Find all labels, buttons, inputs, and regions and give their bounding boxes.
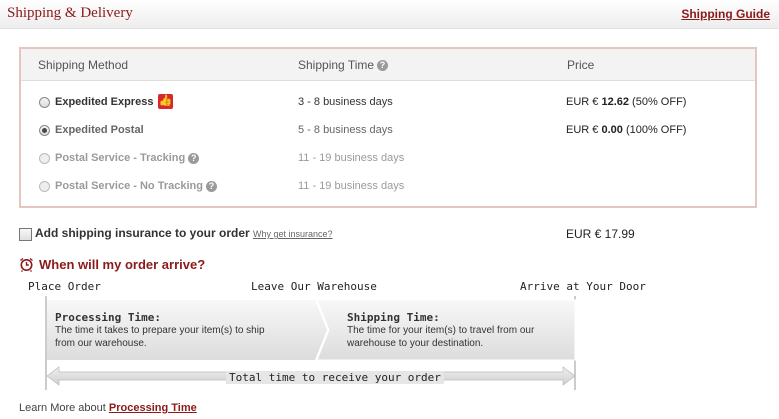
price-prefix: EUR €	[566, 124, 602, 136]
processing-time-link[interactable]: Processing Time	[109, 402, 197, 414]
arrival-title: When will my order arrive?	[39, 257, 206, 272]
learn-more-prefix: Learn More about	[19, 402, 109, 414]
processing-time-text-1: The time it takes to prepare your item(s…	[55, 325, 265, 336]
radio-expedited-express[interactable]	[39, 97, 50, 108]
help-icon[interactable]: ?	[205, 180, 217, 192]
column-header-price: Price	[567, 58, 595, 72]
processing-time-text-2: from our warehouse.	[55, 338, 147, 349]
method-label: Postal Service - Tracking	[55, 152, 186, 164]
method-name-expedited-postal[interactable]: Expedited Postal	[55, 124, 144, 136]
thumbs-up-icon: 👍	[158, 94, 173, 109]
radio-expedited-postal[interactable]	[39, 125, 50, 136]
shipping-time-text-1: The time for your item(s) to travel from…	[347, 325, 535, 336]
help-icon[interactable]: ?	[188, 152, 200, 164]
method-label: Postal Service - No Tracking	[55, 180, 203, 192]
time-expedited-express: 3 - 8 business days	[298, 96, 393, 108]
price-note: (50% OFF)	[629, 96, 687, 108]
insurance-label[interactable]: Add shipping insurance to your order	[35, 226, 250, 240]
shipping-time-title: Shipping Time:	[347, 311, 440, 324]
shipping-guide-link[interactable]: Shipping Guide	[681, 7, 770, 21]
page-title: Shipping & Delivery	[7, 5, 133, 21]
price-value: 12.62	[601, 96, 629, 108]
column-header-time: Shipping Time?	[298, 58, 389, 72]
insurance-checkbox[interactable]	[19, 228, 32, 241]
learn-more: Learn More about Processing Time	[19, 402, 197, 414]
method-name-postal-tracking[interactable]: Postal Service - Tracking?	[55, 152, 200, 164]
timeline-arrive-door: Arrive at Your Door	[520, 280, 646, 293]
radio-postal-no-tracking[interactable]	[39, 181, 50, 192]
shipping-time-text-2: warehouse to your destination.	[347, 338, 484, 349]
processing-time-title: Processing Time:	[55, 311, 161, 324]
time-expedited-postal: 5 - 8 business days	[298, 124, 393, 136]
price-note: (100% OFF)	[622, 124, 687, 136]
time-postal-tracking: 11 - 19 business days	[298, 152, 405, 164]
alarm-clock-icon	[19, 257, 34, 275]
method-name-postal-no-tracking[interactable]: Postal Service - No Tracking?	[55, 180, 217, 192]
timeline-leave-warehouse: Leave Our Warehouse	[251, 280, 377, 293]
why-insurance-link[interactable]: Why get insurance?	[253, 229, 333, 239]
timeline-place-order: Place Order	[28, 280, 101, 293]
column-header-time-label: Shipping Time	[298, 58, 375, 72]
radio-postal-tracking[interactable]	[39, 153, 50, 164]
insurance-price: EUR € 17.99	[566, 227, 635, 241]
total-time-label: Total time to receive your order	[226, 371, 444, 384]
column-header-method: Shipping Method	[38, 58, 129, 72]
price-prefix: EUR €	[566, 96, 602, 108]
price-expedited-express: EUR € 12.62 (50% OFF)	[566, 96, 686, 108]
time-postal-no-tracking: 11 - 19 business days	[298, 180, 405, 192]
method-name-expedited-express[interactable]: Expedited Express	[55, 96, 153, 108]
help-icon[interactable]: ?	[377, 60, 389, 72]
price-value: 0.00	[601, 124, 623, 136]
price-expedited-postal: EUR € 0.00 (100% OFF)	[566, 124, 686, 136]
